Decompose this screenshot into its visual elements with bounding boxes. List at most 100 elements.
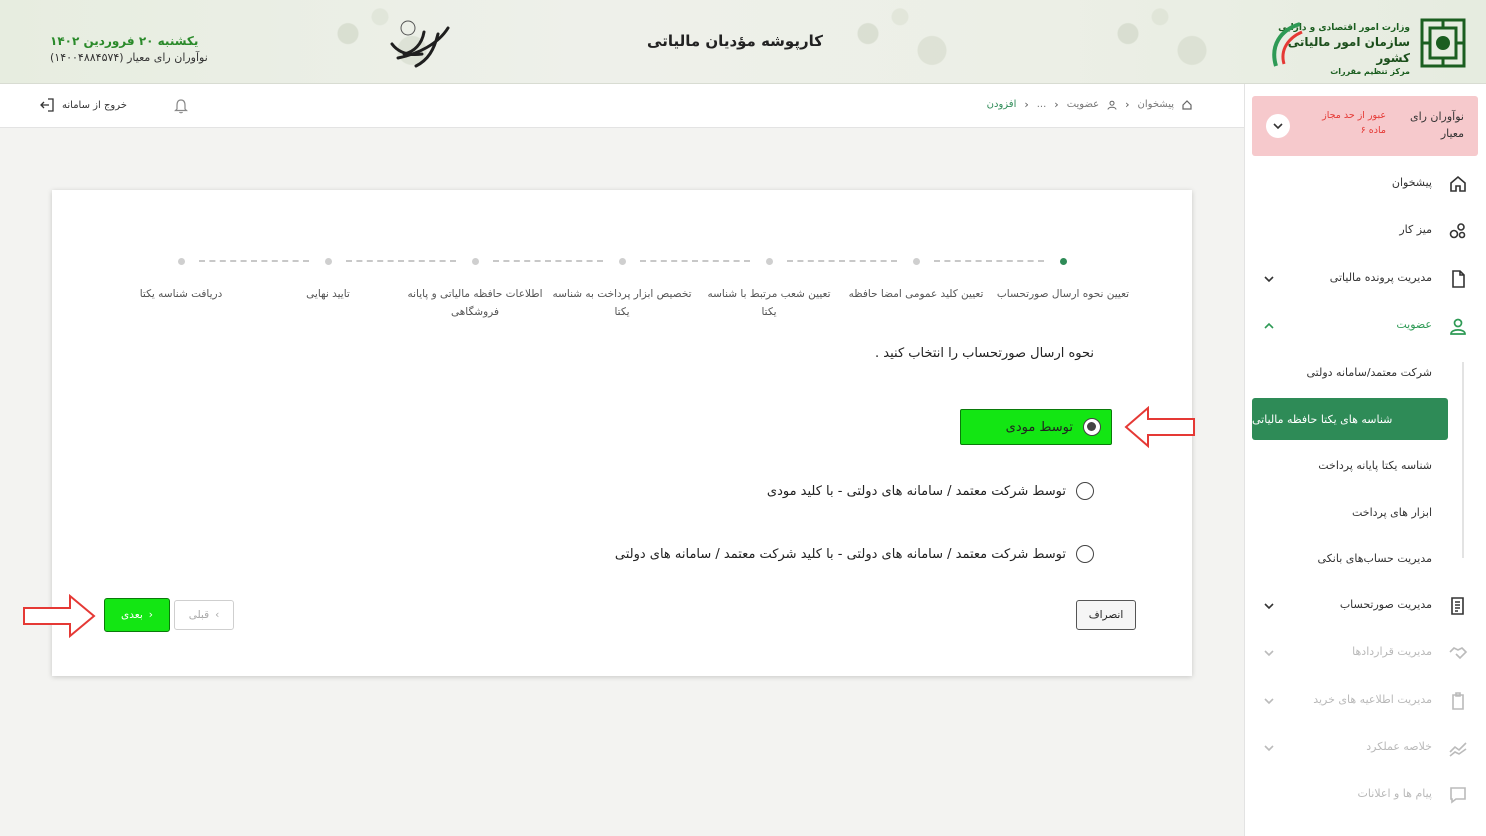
site-title: کارپوشه مؤدیان مالیاتی xyxy=(647,32,823,50)
current-user: نوآوران رای معیار (۱۴۰۰۴۸۸۴۵۷۴) xyxy=(50,51,208,64)
step-label-3: تعیین شعب مرتبط با شناسه یکتا xyxy=(707,288,831,318)
chevron-left-icon: ‹ xyxy=(1125,98,1130,111)
step-label-7: دریافت شناسه یکتا xyxy=(139,288,223,300)
breadcrumb-item-dashboard[interactable]: پیشخوان xyxy=(1138,99,1174,110)
breadcrumb-item-add: افزودن xyxy=(986,99,1017,110)
step-label-5: اطلاعات حافظه مالیاتی و پایانه فروشگاهی xyxy=(407,288,543,318)
chevron-left-icon: ‹ xyxy=(1024,98,1029,111)
option-label: توسط مودی xyxy=(1005,419,1073,435)
sidebar-item-label: عضویت xyxy=(1396,318,1432,331)
handshake-icon xyxy=(1449,647,1468,660)
bell-icon[interactable] xyxy=(174,98,188,114)
step-connector xyxy=(199,260,309,262)
step-connector xyxy=(934,260,1044,262)
option-trusted-company-key[interactable]: توسط شرکت معتمد / سامانه های دولتی - با … xyxy=(615,545,1094,563)
account-warning: عبور از حد مجاز ماده ۶ xyxy=(1322,108,1386,138)
account-toggle-button[interactable] xyxy=(1266,114,1290,138)
sidebar-item-contracts[interactable]: مدیریت قراردادها xyxy=(1244,633,1486,673)
chevron-down-icon xyxy=(1273,123,1283,130)
org-logo[interactable]: وزارت امور اقتصادی و دارایی سازمان امور … xyxy=(1266,10,1466,76)
step-dot-6 xyxy=(325,258,332,265)
account-card[interactable]: نوآوران رای معیار عبور از حد مجاز ماده ۶ xyxy=(1252,96,1478,156)
step-label-6: تایید نهایی xyxy=(306,288,350,300)
submenu-item-bank-accounts[interactable]: مدیریت حساب‌های بانکی xyxy=(1318,552,1432,565)
previous-button[interactable]: › قبلی xyxy=(174,600,234,630)
logout-icon xyxy=(40,98,54,112)
sidebar-item-tax-file[interactable]: مدیریت پرونده مالیاتی xyxy=(1244,259,1486,299)
sidebar-item-label: خلاصه عملکرد xyxy=(1366,740,1432,753)
step-dot-3 xyxy=(766,258,773,265)
submenu-item-payment-tools[interactable]: ابزار های پرداخت xyxy=(1352,506,1432,519)
sidebar-item-label: مدیریت قراردادها xyxy=(1352,645,1432,658)
warning-line-1: عبور از حد مجاز xyxy=(1322,110,1386,121)
step-dot-4 xyxy=(619,258,626,265)
step-connector xyxy=(346,260,456,262)
chevron-right-icon: › xyxy=(215,609,220,621)
warning-line-2: ماده ۶ xyxy=(1360,125,1386,137)
user-icon xyxy=(1450,318,1466,335)
submenu-item-terminal-id[interactable]: شناسه یکتا پایانه پرداخت xyxy=(1318,459,1432,472)
step-dot-2 xyxy=(913,258,920,265)
submenu-item-trusted-company[interactable]: شرکت معتمد/سامانه دولتی xyxy=(1307,366,1433,379)
chevron-down-icon xyxy=(1264,276,1274,283)
home-icon xyxy=(1182,99,1192,110)
sidebar-item-invoice[interactable]: مدیریت صورتحساب xyxy=(1244,586,1486,626)
calligraphy-icon xyxy=(390,20,450,68)
breadcrumb-item-ellipsis[interactable]: ... xyxy=(1037,99,1047,110)
sidebar-item-messages[interactable]: پیام ها و اعلانات xyxy=(1244,775,1486,815)
chevron-down-icon xyxy=(1264,650,1274,657)
home-icon xyxy=(1450,175,1466,192)
annotation-arrow-icon xyxy=(1124,406,1195,448)
sidebar-item-label: پیشخوان xyxy=(1391,176,1432,189)
step-connector xyxy=(493,260,603,262)
form-question: نحوه ارسال صورتحساب را انتخاب کنید . xyxy=(875,346,1094,361)
option-label: توسط شرکت معتمد / سامانه های دولتی - با … xyxy=(766,483,1066,499)
radio-icon[interactable] xyxy=(1076,482,1094,500)
message-icon xyxy=(1450,787,1466,804)
sidebar-item-label: مدیریت صورتحساب xyxy=(1339,598,1432,611)
previous-label: قبلی xyxy=(188,609,210,621)
sidebar-item-label: پیام ها و اعلانات xyxy=(1357,787,1432,800)
flag-swoosh-icon xyxy=(1272,22,1303,67)
sidebar-item-purchase-notices[interactable]: مدیریت اطلاعیه های خرید xyxy=(1244,681,1486,721)
sidebar: نوآوران رای معیار عبور از حد مجاز ماده ۶… xyxy=(1244,84,1486,836)
logout-label: خروج از سامانه xyxy=(62,99,127,111)
option-trusted-taxpayer-key[interactable]: توسط شرکت معتمد / سامانه های دولتی - با … xyxy=(767,482,1094,500)
option-by-taxpayer[interactable]: توسط مودی xyxy=(960,409,1112,445)
next-button[interactable]: ‹ بعدی xyxy=(104,598,170,632)
sidebar-item-dashboard[interactable]: پیشخوان xyxy=(1244,164,1486,204)
logout-button[interactable]: خروج از سامانه xyxy=(40,98,127,112)
chart-icon xyxy=(1449,742,1467,757)
submenu-rail xyxy=(1462,362,1464,558)
submenu-item-memory-ids[interactable]: شناسه های یکتا حافظه مالیاتی xyxy=(1252,398,1448,440)
cancel-button[interactable]: انصراف xyxy=(1076,600,1136,630)
header-ornament xyxy=(1080,0,1240,84)
tax-emblem-icon xyxy=(1420,18,1466,68)
app-header: وزارت امور اقتصادی و دارایی سازمان امور … xyxy=(0,0,1486,84)
chevron-left-icon: ‹ xyxy=(1054,98,1059,111)
sidebar-item-membership[interactable]: عضویت xyxy=(1244,306,1486,346)
header-ornament xyxy=(820,0,980,84)
option-label: توسط شرکت معتمد / سامانه های دولتی - با … xyxy=(614,546,1066,562)
step-label-1: تعیین نحوه ارسال صورتحساب xyxy=(996,288,1130,300)
clipboard-icon xyxy=(1452,692,1464,710)
sidebar-item-label: مدیریت پرونده مالیاتی xyxy=(1329,271,1432,284)
radio-icon[interactable] xyxy=(1076,545,1094,563)
step-dot-7 xyxy=(178,258,185,265)
radio-checked-icon[interactable] xyxy=(1083,418,1101,436)
account-name: نوآوران رای معیار xyxy=(1409,110,1464,141)
sidebar-item-label: میز کار xyxy=(1399,223,1432,236)
step-dot-5 xyxy=(472,258,479,265)
sidebar-item-workspace[interactable]: میز کار xyxy=(1244,211,1486,251)
sidebar-item-performance-summary[interactable]: خلاصه عملکرد xyxy=(1244,728,1486,768)
breadcrumb-item-membership[interactable]: عضویت xyxy=(1067,99,1099,110)
top-bar: پیشخوان ‹ عضویت ‹ ... ‹ افزودن خروج از س… xyxy=(0,84,1244,128)
step-connector xyxy=(787,260,897,262)
wizard-card: تعیین نحوه ارسال صورتحساب تعیین کلید عمو… xyxy=(52,190,1192,676)
breadcrumb: پیشخوان ‹ عضویت ‹ ... ‹ افزودن xyxy=(987,98,1192,111)
chevron-left-icon: ‹ xyxy=(148,609,153,621)
step-dot-1 xyxy=(1060,258,1067,265)
step-label-2: تعیین کلید عمومی امضا حافظه xyxy=(848,288,984,300)
chevron-down-icon xyxy=(1264,603,1274,610)
chevron-down-icon xyxy=(1264,698,1274,705)
